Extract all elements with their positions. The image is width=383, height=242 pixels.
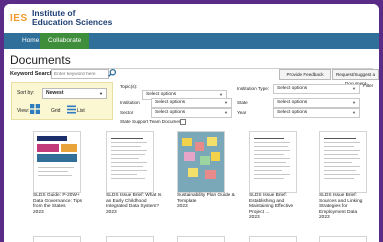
browser-page: IES Institute of Education Sciences Home… — [4, 4, 379, 242]
document-title-text: Sustainability Plan Guide & Template — [177, 193, 235, 204]
document-thumbnail[interactable] — [33, 131, 81, 193]
institution-select[interactable]: Select options ▼ — [151, 98, 232, 108]
sector-value: Select options — [155, 110, 186, 115]
document-thumbnail[interactable] — [33, 236, 81, 242]
sort-view-panel: Sort by: Newest ▼ View: Grid List — [11, 82, 113, 120]
chevron-down-icon: ▼ — [99, 91, 103, 96]
institution-value: Select options — [155, 100, 186, 105]
document-title-text: SLDS Issue Brief: Sources and Linking St… — [319, 193, 363, 215]
filter-button[interactable]: Filter — [363, 83, 373, 88]
document-thumbnail[interactable] — [319, 236, 367, 242]
ies-logo[interactable]: IES — [10, 13, 28, 24]
sector-label: Sector — [120, 110, 134, 115]
document-year: 2023 — [33, 209, 44, 215]
state-label: State — [237, 100, 248, 105]
topic-value: Select options — [146, 92, 177, 97]
document-title-text: SLDS Issue Brief: Establishing and Maint… — [249, 193, 294, 215]
chevron-down-icon: ▼ — [352, 110, 356, 115]
chevron-down-icon: ▼ — [224, 100, 228, 105]
sort-value: Newest — [46, 90, 64, 96]
year-value: Select options — [277, 110, 308, 115]
site-header: IES Institute of Education Sciences — [4, 4, 379, 32]
grid-view-label[interactable]: Grid — [51, 108, 60, 114]
state-support-team-label: State Support Team Documents — [120, 119, 186, 124]
document-title-text: SLDS Issue Brief: What Is an Early Child… — [106, 193, 162, 210]
request-document-button[interactable]: Request/Suggest a Document — [332, 69, 379, 86]
institution-type-label: Institution Type: — [237, 86, 270, 91]
search-icon[interactable] — [107, 68, 117, 78]
chevron-down-icon: ▼ — [224, 110, 228, 115]
logo-mark-text: IES — [10, 13, 28, 24]
document-title[interactable]: SLDS Issue Brief: Establishing and Maint… — [249, 193, 307, 221]
state-value: Select options — [277, 100, 308, 105]
site-name[interactable]: Institute of Education Sciences — [32, 9, 112, 27]
sector-select[interactable]: Select options ▼ — [151, 108, 232, 118]
document-title[interactable]: Sustainability Plan Guide & Template 202… — [177, 193, 235, 210]
state-support-team-checkbox[interactable] — [180, 119, 186, 125]
list-view-icon[interactable] — [67, 105, 76, 114]
document-title[interactable]: SLDS Issue Brief: What Is an Early Child… — [106, 193, 164, 215]
nav-collaborate[interactable]: Collaborate — [40, 33, 90, 49]
grid-view-icon[interactable] — [30, 104, 40, 114]
sort-select[interactable]: Newest ▼ — [42, 88, 107, 99]
view-label: View: — [17, 108, 30, 114]
document-year: 2023 — [249, 215, 260, 221]
institution-label: Institution — [120, 100, 140, 105]
state-select[interactable]: Select options ▼ — [273, 98, 360, 108]
institution-type-value: Select options — [277, 86, 308, 91]
document-year: 2023 — [319, 215, 330, 221]
year-label: Year — [237, 110, 247, 115]
chevron-down-icon: ▼ — [352, 86, 356, 91]
document-thumbnail[interactable] — [177, 236, 225, 242]
chevron-down-icon: ▼ — [352, 100, 356, 105]
keyword-search-label: Keyword Search: — [10, 71, 55, 77]
document-thumbnail[interactable] — [106, 236, 154, 242]
document-thumbnail[interactable] — [177, 131, 225, 193]
document-thumbnail[interactable] — [106, 131, 154, 193]
sort-label: Sort by: — [17, 90, 35, 96]
document-thumbnail[interactable] — [249, 131, 297, 193]
year-select[interactable]: Select options ▼ — [273, 108, 360, 118]
document-year: 2023 — [106, 209, 117, 215]
document-thumbnail[interactable] — [249, 236, 297, 242]
keyword-search-input[interactable] — [51, 69, 109, 79]
provide-feedback-button[interactable]: Provide Feedback — [279, 69, 331, 80]
main-nav: Home Collaborate — [4, 33, 379, 49]
institution-type-select[interactable]: Select options ▼ — [273, 84, 360, 94]
document-title[interactable]: SLDS Guide: P-20W+ Data Governance: Tips… — [33, 193, 91, 215]
topic-label: Topic(s): — [120, 84, 138, 89]
page-title: Documents — [10, 53, 71, 67]
list-view-label[interactable]: List — [77, 108, 85, 114]
document-title-text: SLDS Guide: P-20W+ Data Governance: Tips… — [33, 193, 83, 210]
document-title[interactable]: SLDS Issue Brief: Sources and Linking St… — [319, 193, 371, 221]
site-name-line2: Education Sciences — [32, 17, 113, 27]
document-thumbnail[interactable] — [319, 131, 367, 193]
document-year: 2023 — [177, 204, 188, 210]
